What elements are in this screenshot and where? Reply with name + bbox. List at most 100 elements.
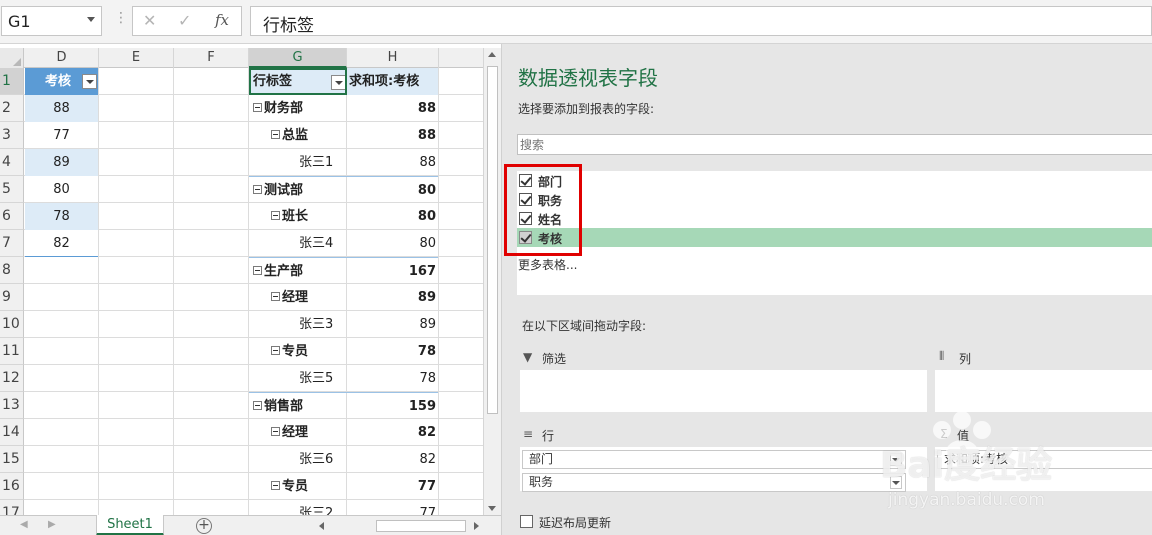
collapse-icon[interactable] bbox=[271, 130, 280, 139]
pivot-row-label[interactable]: 经理 bbox=[249, 419, 347, 446]
chevron-down-icon[interactable] bbox=[890, 476, 902, 489]
scroll-thumb[interactable] bbox=[376, 520, 466, 532]
add-sheet-icon[interactable]: + bbox=[196, 518, 212, 534]
pivot-row-label[interactable]: 经理 bbox=[249, 284, 347, 311]
row-header[interactable]: 8 bbox=[0, 257, 24, 284]
pivot-row-label[interactable]: 张三2 bbox=[249, 500, 347, 515]
row-header[interactable]: 2 bbox=[0, 95, 24, 122]
field-item-bumen[interactable]: 部门 bbox=[517, 171, 1152, 190]
pivot-row-label[interactable]: 张三1 bbox=[249, 149, 347, 176]
collapse-icon[interactable] bbox=[271, 346, 280, 355]
column-header-i[interactable]: I bbox=[439, 48, 483, 68]
row-header[interactable]: 4 bbox=[0, 149, 24, 176]
horizontal-scrollbar[interactable] bbox=[316, 519, 482, 533]
column-header-d[interactable]: D bbox=[25, 48, 99, 68]
column-header-f[interactable]: F bbox=[174, 48, 249, 68]
values-drop-zone[interactable]: 求和项:考核 bbox=[935, 447, 1152, 491]
field-search-box[interactable] bbox=[517, 134, 1152, 155]
select-all-corner[interactable] bbox=[0, 48, 24, 68]
pivot-row-value[interactable]: 88 bbox=[347, 149, 438, 176]
pivot-row-label[interactable]: 财务部 bbox=[249, 95, 347, 122]
collapse-icon[interactable] bbox=[271, 292, 280, 301]
formula-input[interactable]: 行标签 bbox=[250, 6, 1152, 36]
pivot-row-label[interactable]: 张三4 bbox=[249, 230, 347, 257]
rows-drop-zone[interactable]: 部门 职务 bbox=[520, 447, 927, 492]
table-cell[interactable]: 89 bbox=[25, 149, 98, 176]
pivot-row-value[interactable]: 80 bbox=[347, 230, 438, 257]
table-cell[interactable]: 88 bbox=[25, 95, 98, 122]
row-header[interactable]: 10 bbox=[0, 311, 24, 338]
field-item-kaohe[interactable]: 考核 bbox=[517, 228, 1152, 247]
table-cell[interactable]: 80 bbox=[25, 176, 98, 203]
row-header[interactable]: 12 bbox=[0, 365, 24, 392]
pivot-row-label[interactable]: 班长 bbox=[249, 203, 347, 230]
insert-function-icon[interactable]: fx bbox=[215, 11, 229, 29]
row-header[interactable]: 17 bbox=[0, 500, 24, 515]
pivot-filter-icon[interactable] bbox=[331, 75, 345, 90]
row-header[interactable]: 13 bbox=[0, 392, 24, 419]
pivot-row-label[interactable]: 测试部 bbox=[249, 176, 347, 203]
row-header[interactable]: 16 bbox=[0, 473, 24, 500]
name-box[interactable]: G1 bbox=[1, 6, 102, 36]
filter-dropdown-icon[interactable] bbox=[82, 74, 97, 89]
sheet-tab-sheet1[interactable]: Sheet1 bbox=[96, 515, 164, 535]
pivot-header-row-labels[interactable]: 行标签 bbox=[249, 68, 347, 95]
collapse-icon[interactable] bbox=[253, 266, 262, 275]
pivot-row-value[interactable]: 82 bbox=[347, 446, 438, 473]
pivot-row-label[interactable]: 总监 bbox=[249, 122, 347, 149]
pivot-row-label[interactable]: 张三5 bbox=[249, 365, 347, 392]
pivot-row-value[interactable]: 82 bbox=[347, 419, 438, 446]
row-header[interactable]: 6 bbox=[0, 203, 24, 230]
field-search-input[interactable] bbox=[518, 135, 1152, 154]
previous-sheet-icon[interactable]: ◀ bbox=[20, 519, 28, 530]
collapse-icon[interactable] bbox=[253, 401, 262, 410]
column-header-h[interactable]: H bbox=[347, 48, 439, 68]
field-item-zhiwu[interactable]: 职务 bbox=[517, 190, 1152, 209]
collapse-icon[interactable] bbox=[271, 427, 280, 436]
vertical-scrollbar[interactable] bbox=[483, 48, 501, 515]
pivot-row-label[interactable]: 销售部 bbox=[249, 392, 347, 419]
collapse-icon[interactable] bbox=[271, 481, 280, 490]
scroll-down-icon[interactable] bbox=[488, 506, 496, 511]
pivot-row-value[interactable]: 89 bbox=[347, 284, 438, 311]
pivot-row-value[interactable]: 77 bbox=[347, 473, 438, 500]
pivot-row-label[interactable]: 张三3 bbox=[249, 311, 347, 338]
pivot-row-value[interactable]: 78 bbox=[347, 338, 438, 365]
table-cell[interactable]: 82 bbox=[25, 230, 98, 257]
pivot-row-value[interactable]: 159 bbox=[347, 392, 438, 419]
column-header-g[interactable]: G bbox=[249, 48, 347, 68]
row-header[interactable]: 1 bbox=[0, 68, 24, 95]
field-item-xingming[interactable]: 姓名 bbox=[517, 209, 1152, 228]
value-field-sum-kaohe[interactable]: 求和项:考核 bbox=[937, 450, 1152, 469]
pivot-row-label[interactable]: 专员 bbox=[249, 473, 347, 500]
pivot-row-label[interactable]: 生产部 bbox=[249, 257, 347, 284]
filters-drop-zone[interactable] bbox=[520, 370, 927, 412]
pivot-row-value[interactable]: 80 bbox=[347, 176, 438, 203]
pivot-row-value[interactable]: 88 bbox=[347, 95, 438, 122]
chevron-down-icon[interactable] bbox=[890, 453, 902, 466]
pivot-row-value[interactable]: 167 bbox=[347, 257, 438, 284]
pivot-row-value[interactable]: 77 bbox=[347, 500, 438, 515]
pivot-row-value[interactable]: 78 bbox=[347, 365, 438, 392]
worksheet-grid[interactable]: D E F G H I 1234567891011121314151617 考核… bbox=[0, 48, 483, 515]
row-header[interactable]: 5 bbox=[0, 176, 24, 203]
column-header-e[interactable]: E bbox=[99, 48, 174, 68]
collapse-icon[interactable] bbox=[253, 185, 262, 194]
more-options-icon[interactable]: ⋮ bbox=[114, 10, 128, 26]
pivot-row-label[interactable]: 张三6 bbox=[249, 446, 347, 473]
table-cell[interactable]: 77 bbox=[25, 122, 98, 149]
check-icon[interactable]: ✓ bbox=[178, 11, 191, 30]
pivot-row-value[interactable]: 80 bbox=[347, 203, 438, 230]
pivot-header-values[interactable]: 求和项:考核 bbox=[347, 68, 438, 95]
pivot-row-value[interactable]: 89 bbox=[347, 311, 438, 338]
scroll-up-icon[interactable] bbox=[488, 52, 496, 57]
cancel-icon[interactable]: ✕ bbox=[143, 11, 156, 30]
row-header[interactable]: 7 bbox=[0, 230, 24, 257]
pivot-row-value[interactable]: 88 bbox=[347, 122, 438, 149]
columns-drop-zone[interactable] bbox=[935, 370, 1152, 412]
row-header[interactable]: 9 bbox=[0, 284, 24, 311]
table-cell[interactable]: 78 bbox=[25, 203, 98, 230]
row-header[interactable]: 11 bbox=[0, 338, 24, 365]
collapse-icon[interactable] bbox=[253, 103, 262, 112]
scroll-left-icon[interactable] bbox=[319, 522, 324, 530]
